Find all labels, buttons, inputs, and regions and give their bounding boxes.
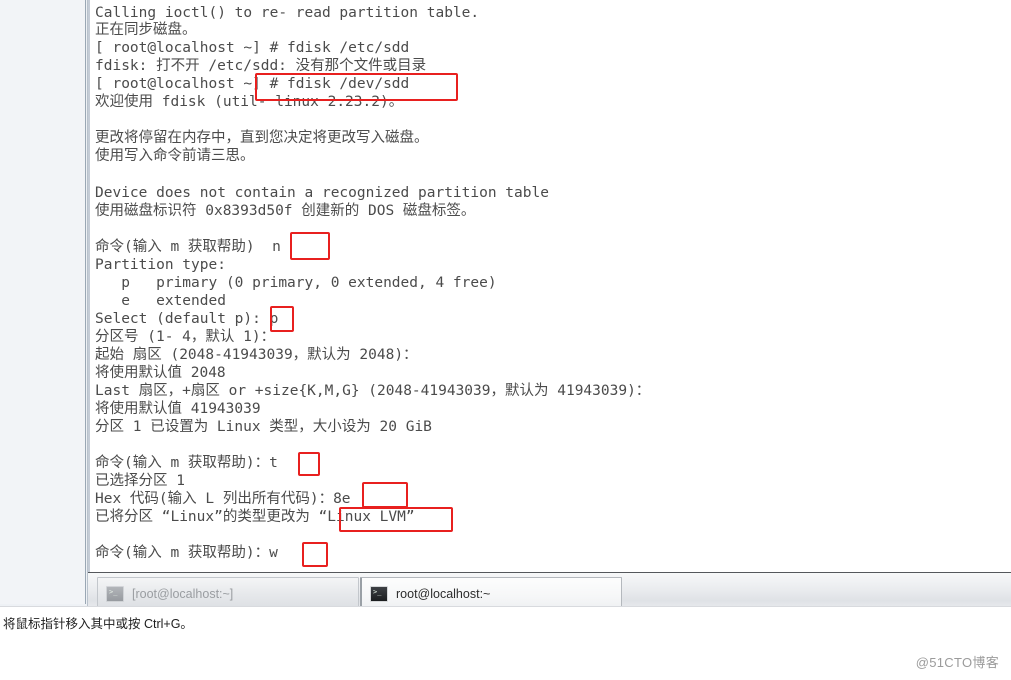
watermark: @51CTO博客 (915, 655, 999, 670)
highlight-box-command-t (298, 452, 320, 476)
terminal-window[interactable]: Calling ioctl() to re- read partition ta… (88, 0, 1011, 572)
terminal-line: 起始 扇区 (2048-41943039，默认为 2048)： (95, 347, 418, 363)
terminal-line: [ root@localhost ~] # fdisk /dev/sdd (95, 76, 410, 92)
terminal-line: 已将分区 “Linux”的类型更改为 “Linux LVM” (95, 509, 415, 525)
terminal-line: [ root@localhost ~] # fdisk /etc/sdd (95, 40, 410, 56)
terminal-line: Hex 代码(输入 L 列出所有代码)：8e (95, 491, 351, 507)
terminal-icon: >_ (370, 585, 388, 602)
highlight-box-command-w (302, 542, 328, 567)
terminal-line: fdisk: 打不开 /etc/sdd: 没有那个文件或目录 (95, 58, 427, 74)
left-side-pane-inner (0, 0, 86, 604)
terminal-line: 已选择分区 1 (95, 473, 185, 489)
terminal-line: 欢迎使用 fdisk (util- linux 2.23.2)。 (95, 94, 404, 110)
terminal-icon: >_ (106, 585, 124, 602)
terminal-line: Partition type: (95, 257, 226, 273)
terminal-line: 命令(输入 m 获取帮助)：w (95, 545, 278, 561)
terminal-line: 将使用默认值 2048 (95, 365, 226, 381)
highlight-box-hex-code-8e (362, 482, 408, 508)
taskbar-item-label: root@localhost:~ (396, 586, 491, 601)
terminal-line: 使用磁盘标识符 0x8393d50f 创建新的 DOS 磁盘标签。 (95, 203, 476, 219)
application-window: Calling ioctl() to re- read partition ta… (0, 0, 1011, 680)
terminal-line: Device does not contain a recognized par… (95, 185, 549, 201)
terminal-screen[interactable]: Calling ioctl() to re- read partition ta… (95, 0, 1011, 572)
status-bar: 将鼠标指针移入其中或按 Ctrl+G。 (0, 606, 1011, 638)
terminal-line: 将使用默认值 41943039 (95, 401, 261, 417)
terminal-line: 分区号 (1- 4，默认 1)： (95, 329, 276, 345)
terminal-line: Select (default p): p (95, 311, 279, 327)
highlight-box-command-n (290, 232, 330, 260)
terminal-line: Last 扇区，+扇区 or +size{K,M,G} (2048-419430… (95, 383, 651, 399)
terminal-line: 使用写入命令前请三思。 (95, 148, 255, 164)
terminal-line: 命令(输入 m 获取帮助) n (95, 239, 281, 255)
terminal-line: Calling ioctl() to re- read partition ta… (95, 5, 480, 21)
terminal-line: 正在同步磁盘。 (95, 22, 197, 38)
status-bar-text: 将鼠标指针移入其中或按 Ctrl+G。 (3, 617, 193, 631)
terminal-line: 分区 1 已设置为 Linux 类型，大小设为 20 GiB (95, 419, 432, 435)
terminal-line: p primary (0 primary, 0 extended, 4 free… (95, 275, 497, 291)
left-side-pane (0, 0, 88, 606)
terminal-line: 命令(输入 m 获取帮助)：t (95, 455, 278, 471)
taskbar-item-label: [root@localhost:~] (132, 586, 234, 601)
terminal-line: 更改将停留在内存中，直到您决定将更改写入磁盘。 (95, 130, 429, 146)
terminal-line: e extended (95, 293, 226, 309)
